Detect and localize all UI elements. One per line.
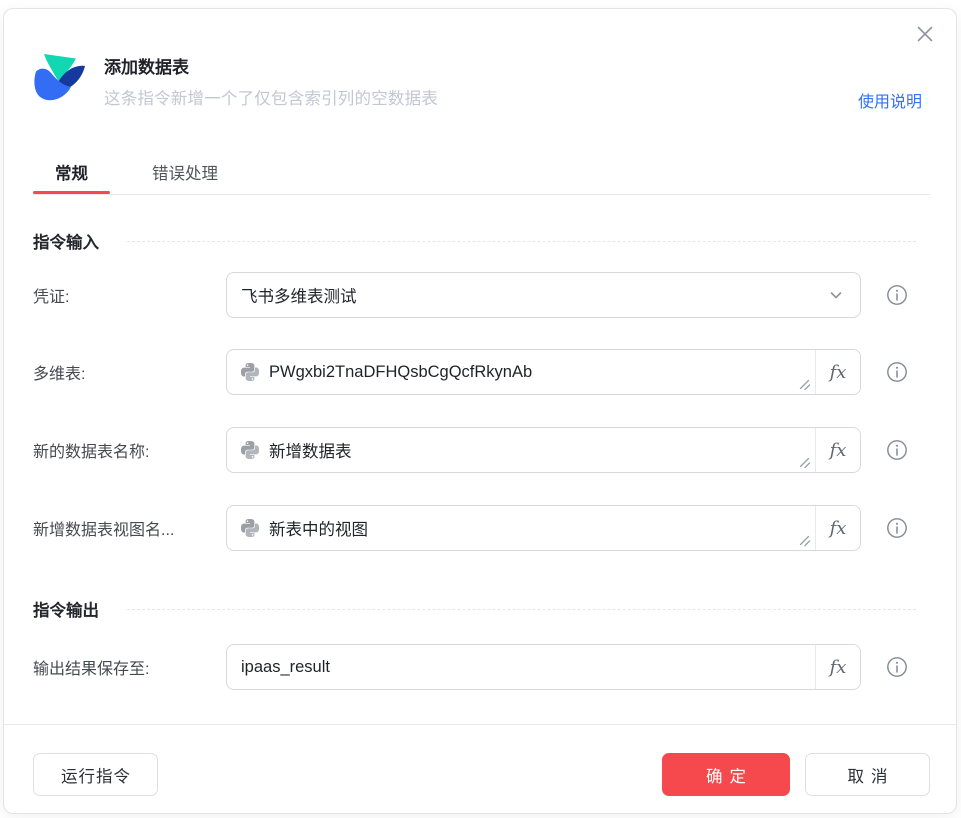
add-datatable-dialog: 添加数据表 这条指令新增一个了仅包含索引列的空数据表 使用说明 常规 错误处理 … <box>3 8 957 814</box>
close-button[interactable] <box>912 21 938 47</box>
info-icon <box>887 518 907 538</box>
run-command-button[interactable]: 运行指令 <box>33 753 158 796</box>
table-name-value: 新增数据表 <box>269 443 352 461</box>
confirm-label: 确定 <box>706 767 753 786</box>
output-var-info-button[interactable] <box>886 656 908 678</box>
section-dashed-divider <box>127 608 916 610</box>
output-var-input[interactable]: ipaas_result <box>227 645 815 689</box>
info-icon <box>887 657 907 677</box>
field-row-credential: 凭证: 飞书多维表测试 <box>33 272 930 318</box>
footer-divider <box>4 724 956 725</box>
output-var-label: 输出结果保存至: <box>33 661 150 678</box>
output-var-fx-button[interactable]: fx <box>815 645 860 689</box>
tab-bar: 常规 错误处理 <box>33 149 930 195</box>
dialog-subtitle: 这条指令新增一个了仅包含索引列的空数据表 <box>104 90 438 108</box>
confirm-button[interactable]: 确定 <box>662 753 790 796</box>
credential-value: 飞书多维表测试 <box>241 288 357 306</box>
credential-label: 凭证: <box>33 289 70 306</box>
field-row-bitable: 多维表: PWgxbi2TnaDFHQsbCgQcfRkynAb fx <box>33 349 930 395</box>
resize-handle-icon[interactable] <box>798 378 811 391</box>
fx-label: fx <box>829 517 847 539</box>
run-command-label: 运行指令 <box>61 767 131 786</box>
view-name-control: 新表中的视图 fx <box>226 505 861 551</box>
resize-handle-icon[interactable] <box>798 456 811 469</box>
fx-label: fx <box>829 361 847 383</box>
bitable-control: PWgxbi2TnaDFHQsbCgQcfRkynAb fx <box>226 349 861 395</box>
table-name-info-button[interactable] <box>886 439 908 461</box>
fx-label: fx <box>829 439 847 461</box>
view-name-fx-button[interactable]: fx <box>815 506 860 550</box>
info-icon <box>887 362 907 382</box>
python-icon <box>241 519 259 537</box>
info-icon <box>887 285 907 305</box>
usage-help-link[interactable]: 使用说明 <box>858 88 922 112</box>
python-icon <box>241 441 259 459</box>
python-icon <box>241 363 259 381</box>
bitable-logo-icon <box>34 54 85 101</box>
close-icon <box>917 26 933 42</box>
view-name-input[interactable]: 新表中的视图 <box>227 506 815 550</box>
input-section-heading: 指令输入 <box>33 229 930 253</box>
field-row-table-name: 新的数据表名称: 新增数据表 fx <box>33 427 930 473</box>
tab-error-handling[interactable]: 错误处理 <box>130 149 240 194</box>
cancel-label: 取消 <box>847 767 895 786</box>
table-name-label: 新的数据表名称: <box>33 444 150 461</box>
view-name-value: 新表中的视图 <box>269 521 368 539</box>
bitable-value: PWgxbi2TnaDFHQsbCgQcfRkynAb <box>269 362 533 381</box>
output-var-control: ipaas_result fx <box>226 644 861 690</box>
view-name-label: 新增数据表视图名... <box>33 522 175 539</box>
view-name-info-button[interactable] <box>886 517 908 539</box>
chevron-down-icon <box>830 292 842 299</box>
dialog-title: 添加数据表 <box>104 58 189 77</box>
tab-general[interactable]: 常规 <box>33 149 110 194</box>
fx-label: fx <box>829 656 847 678</box>
output-section-title: 指令输出 <box>33 602 99 620</box>
output-section-heading: 指令输出 <box>33 597 930 621</box>
bitable-input[interactable]: PWgxbi2TnaDFHQsbCgQcfRkynAb <box>227 350 815 394</box>
bitable-info-button[interactable] <box>886 361 908 383</box>
input-section-title: 指令输入 <box>33 234 99 252</box>
bitable-label: 多维表: <box>33 366 86 383</box>
section-dashed-divider <box>127 240 916 242</box>
credential-info-button[interactable] <box>886 284 908 306</box>
resize-handle-icon[interactable] <box>798 534 811 547</box>
table-name-fx-button[interactable]: fx <box>815 428 860 472</box>
cancel-button[interactable]: 取消 <box>805 753 930 796</box>
info-icon <box>887 440 907 460</box>
table-name-control: 新增数据表 fx <box>226 427 861 473</box>
field-row-view-name: 新增数据表视图名... 新表中的视图 fx <box>33 505 930 551</box>
credential-select[interactable]: 飞书多维表测试 <box>226 272 861 318</box>
table-name-input[interactable]: 新增数据表 <box>227 428 815 472</box>
bitable-fx-button[interactable]: fx <box>815 350 860 394</box>
output-var-value: ipaas_result <box>241 657 330 676</box>
field-row-output-var: 输出结果保存至: ipaas_result fx <box>33 644 930 690</box>
